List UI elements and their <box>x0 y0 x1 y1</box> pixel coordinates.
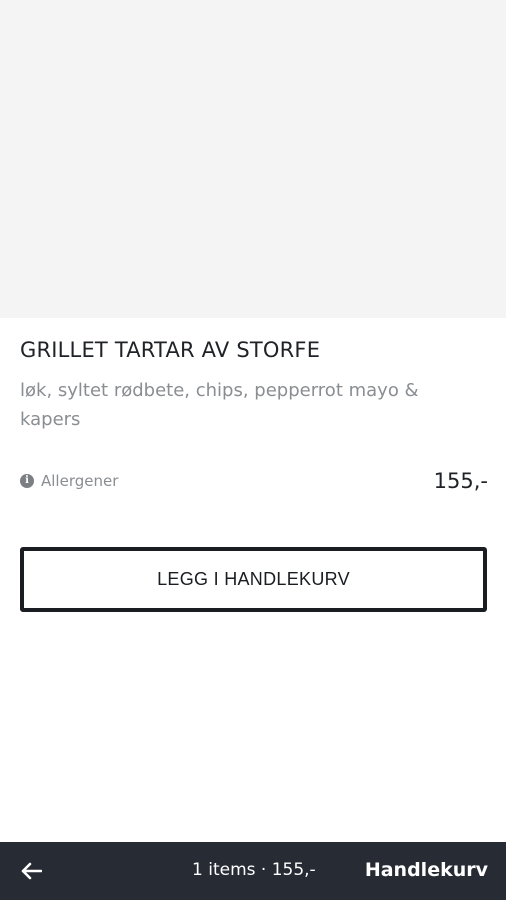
product-detail-page: GRILLET TARTAR AV STORFE løk, syltet rød… <box>0 0 506 900</box>
add-to-cart-button[interactable]: LEGG I HANDLEKURV <box>20 547 487 612</box>
product-price: 155,- <box>433 469 488 493</box>
product-image <box>0 0 506 318</box>
product-title: GRILLET TARTAR AV STORFE <box>20 338 321 362</box>
back-button[interactable] <box>16 858 46 884</box>
cart-summary: 1 items · 155,- <box>192 860 316 880</box>
allergen-info-link[interactable]: i Allergener <box>20 472 118 490</box>
arrow-left-icon <box>21 862 42 880</box>
bottom-cart-bar: 1 items · 155,- Handlekurv <box>0 842 506 900</box>
product-description: løk, syltet rødbete, chips, pepperrot ma… <box>20 380 419 430</box>
info-icon: i <box>20 474 34 488</box>
view-cart-button[interactable]: Handlekurv <box>365 859 488 881</box>
allergen-label: Allergener <box>41 472 119 490</box>
